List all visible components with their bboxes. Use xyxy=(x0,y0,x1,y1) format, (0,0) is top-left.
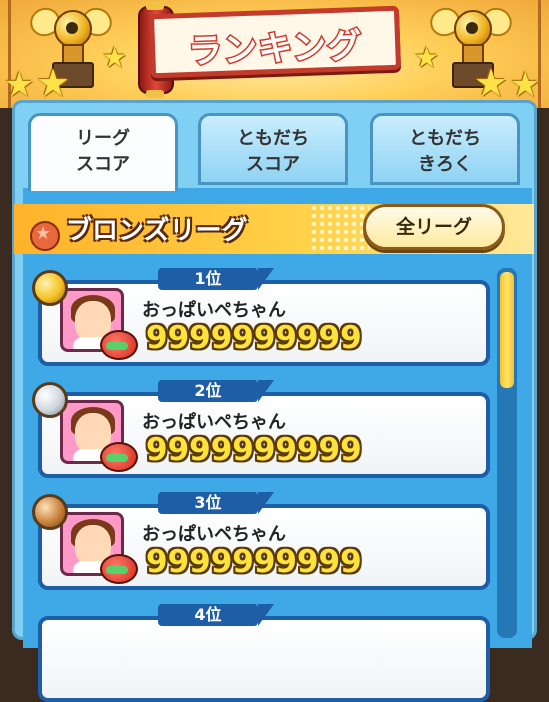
star-icon: ★ xyxy=(510,65,541,105)
bronze-league-icon xyxy=(28,215,60,251)
tab-friend-score[interactable]: ともだち スコア xyxy=(198,113,348,185)
tab-friend-record[interactable]: ともだち きろく xyxy=(370,113,520,185)
tab-label: リーグ スコア xyxy=(76,128,130,175)
star-icon: ★ xyxy=(474,61,509,105)
ranking-row[interactable]: 3位 おっぱいペちゃん 9999999999 xyxy=(32,492,490,590)
player-score: 9999999999 xyxy=(146,432,362,468)
league-bar-pattern xyxy=(310,204,370,254)
rank-label: 2位 xyxy=(158,380,274,402)
gold-medal-icon xyxy=(32,270,68,306)
ranking-row[interactable]: 1位 おっぱいペちゃん 9999999999 xyxy=(32,268,490,366)
page-title: ランキング xyxy=(186,24,364,73)
bronze-medal-icon xyxy=(32,494,68,530)
yokai-icon xyxy=(100,554,138,584)
yokai-icon xyxy=(100,442,138,472)
silver-medal-icon xyxy=(32,382,68,418)
tab-label: ともだち スコア xyxy=(237,128,309,175)
star-icon: ★ xyxy=(4,65,35,105)
player-name: おっぱいペちゃん xyxy=(142,412,286,433)
player-score: 9999999999 xyxy=(146,544,362,580)
star-icon: ★ xyxy=(414,41,440,74)
title-banner: ランキング xyxy=(148,5,402,79)
star-icon: ★ xyxy=(36,61,71,105)
league-name: ブロンズリーグ xyxy=(66,216,248,246)
all-league-button[interactable]: 全リーグ xyxy=(363,204,505,250)
tab-league-score[interactable]: リーグ スコア xyxy=(28,113,178,191)
rank-label: 1位 xyxy=(158,268,274,290)
scrollbar-thumb[interactable] xyxy=(500,272,514,388)
player-score: 9999999999 xyxy=(146,320,362,356)
ranking-row-bg xyxy=(38,616,490,702)
ranking-row[interactable]: 4位 xyxy=(38,604,490,702)
player-name: おっぱいペちゃん xyxy=(142,300,286,321)
rank-label: 3位 xyxy=(158,492,274,514)
tab-label: ともだち きろく xyxy=(409,128,481,175)
star-icon: ★ xyxy=(102,41,128,74)
ranking-row[interactable]: 2位 おっぱいペちゃん 9999999999 xyxy=(32,380,490,478)
player-name: おっぱいペちゃん xyxy=(142,524,286,545)
yokai-icon xyxy=(100,330,138,360)
rank-label: 4位 xyxy=(158,604,274,626)
